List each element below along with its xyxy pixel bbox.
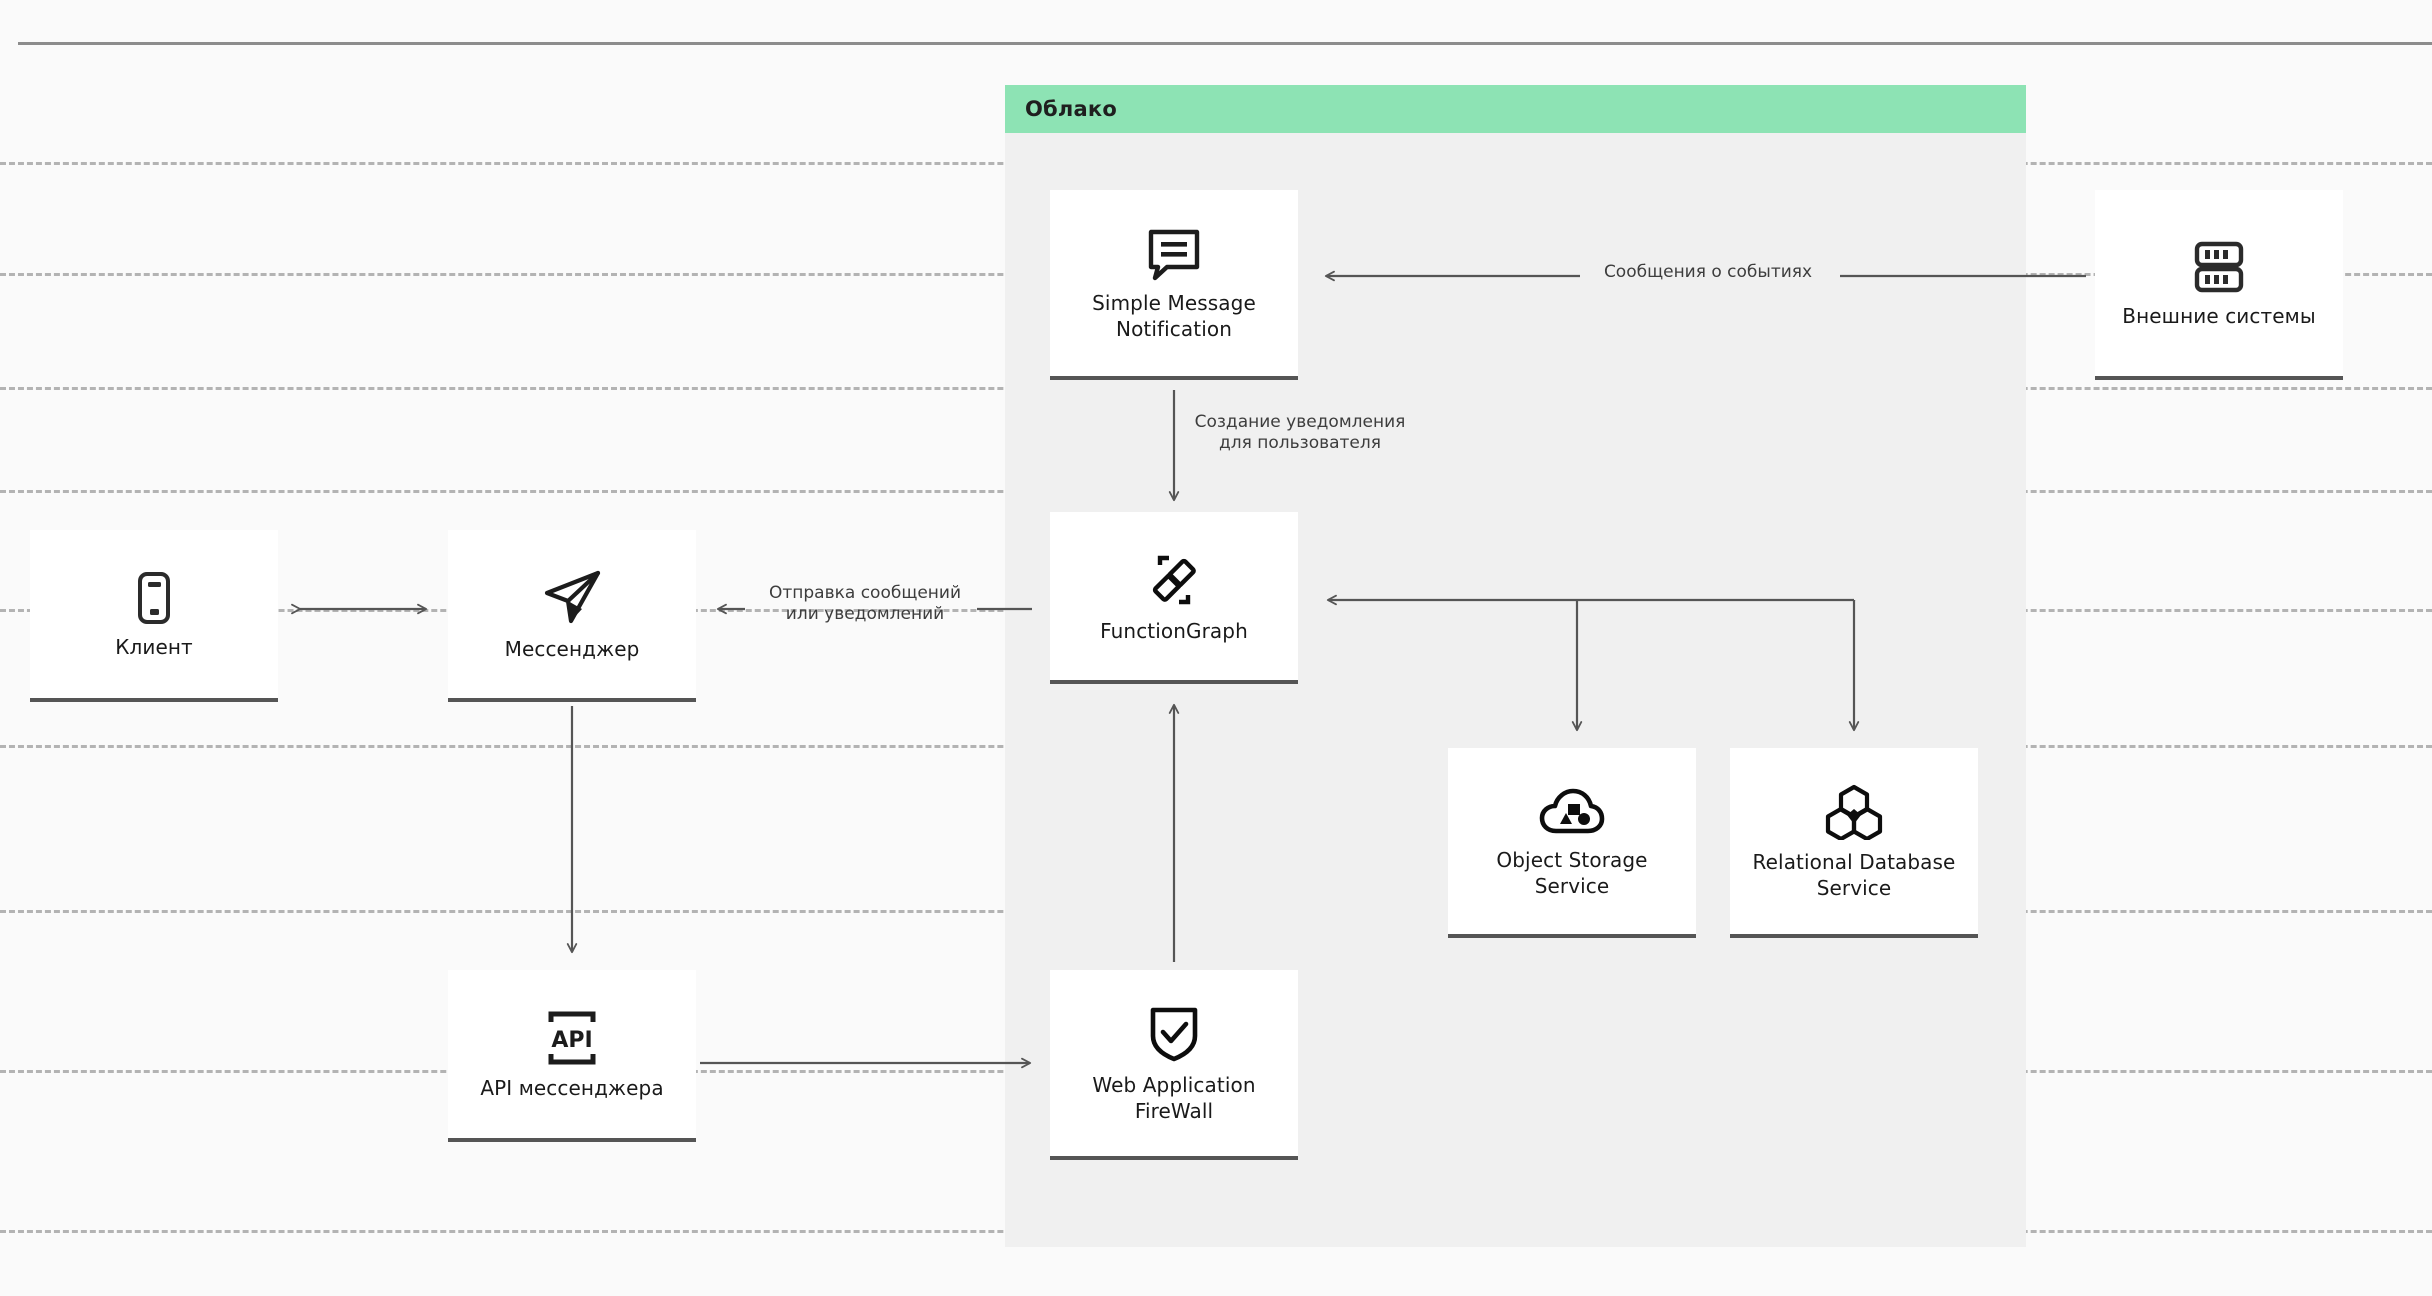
svg-text:API: API <box>551 1028 592 1053</box>
node-api-messenger[interactable]: API API мессенджера <box>448 970 696 1142</box>
edge-label-send-messages: Отправка сообщений или уведомлений <box>768 583 962 625</box>
chain-link-icon <box>1143 551 1205 609</box>
diagram-canvas: Облако Клиент Мессенджер API API мессенд… <box>0 0 2432 1296</box>
api-brackets-icon: API <box>542 1010 602 1066</box>
smartphone-icon <box>131 571 177 625</box>
node-smn-label: Simple Message Notification <box>1092 291 1256 341</box>
node-functiongraph-label: FunctionGraph <box>1100 619 1248 644</box>
node-external-systems-label: Внешние системы <box>2122 304 2316 329</box>
server-rack-icon <box>2188 240 2250 294</box>
node-messenger-label: Мессенджер <box>504 637 640 662</box>
edge-bus-branch-oss <box>1577 600 1854 730</box>
speech-bubble-icon <box>1145 227 1203 281</box>
edge-label-create-notification: Создание уведомления для пользователя <box>1194 412 1406 454</box>
node-waf-label: Web Application FireWall <box>1092 1073 1256 1123</box>
node-client-label: Клиент <box>115 635 193 660</box>
paper-plane-icon <box>541 569 603 627</box>
node-relational-database-service[interactable]: Relational Database Service <box>1730 748 1978 938</box>
edge-label-events: Сообщения о событиях <box>1603 262 1813 282</box>
node-oss-label: Object Storage Service <box>1496 848 1648 898</box>
shield-check-icon <box>1146 1005 1202 1063</box>
node-api-messenger-label: API мессенджера <box>480 1076 664 1101</box>
cloud-objects-icon <box>1539 786 1605 838</box>
node-messenger[interactable]: Мессенджер <box>448 530 696 702</box>
hexagons-icon <box>1824 784 1884 842</box>
node-functiongraph[interactable]: FunctionGraph <box>1050 512 1298 684</box>
node-client[interactable]: Клиент <box>30 530 278 702</box>
node-external-systems[interactable]: Внешние системы <box>2095 190 2343 380</box>
node-object-storage-service[interactable]: Object Storage Service <box>1448 748 1696 938</box>
node-web-application-firewall[interactable]: Web Application FireWall <box>1050 970 1298 1160</box>
node-rds-label: Relational Database Service <box>1752 850 1956 900</box>
node-simple-message-notification[interactable]: Simple Message Notification <box>1050 190 1298 380</box>
